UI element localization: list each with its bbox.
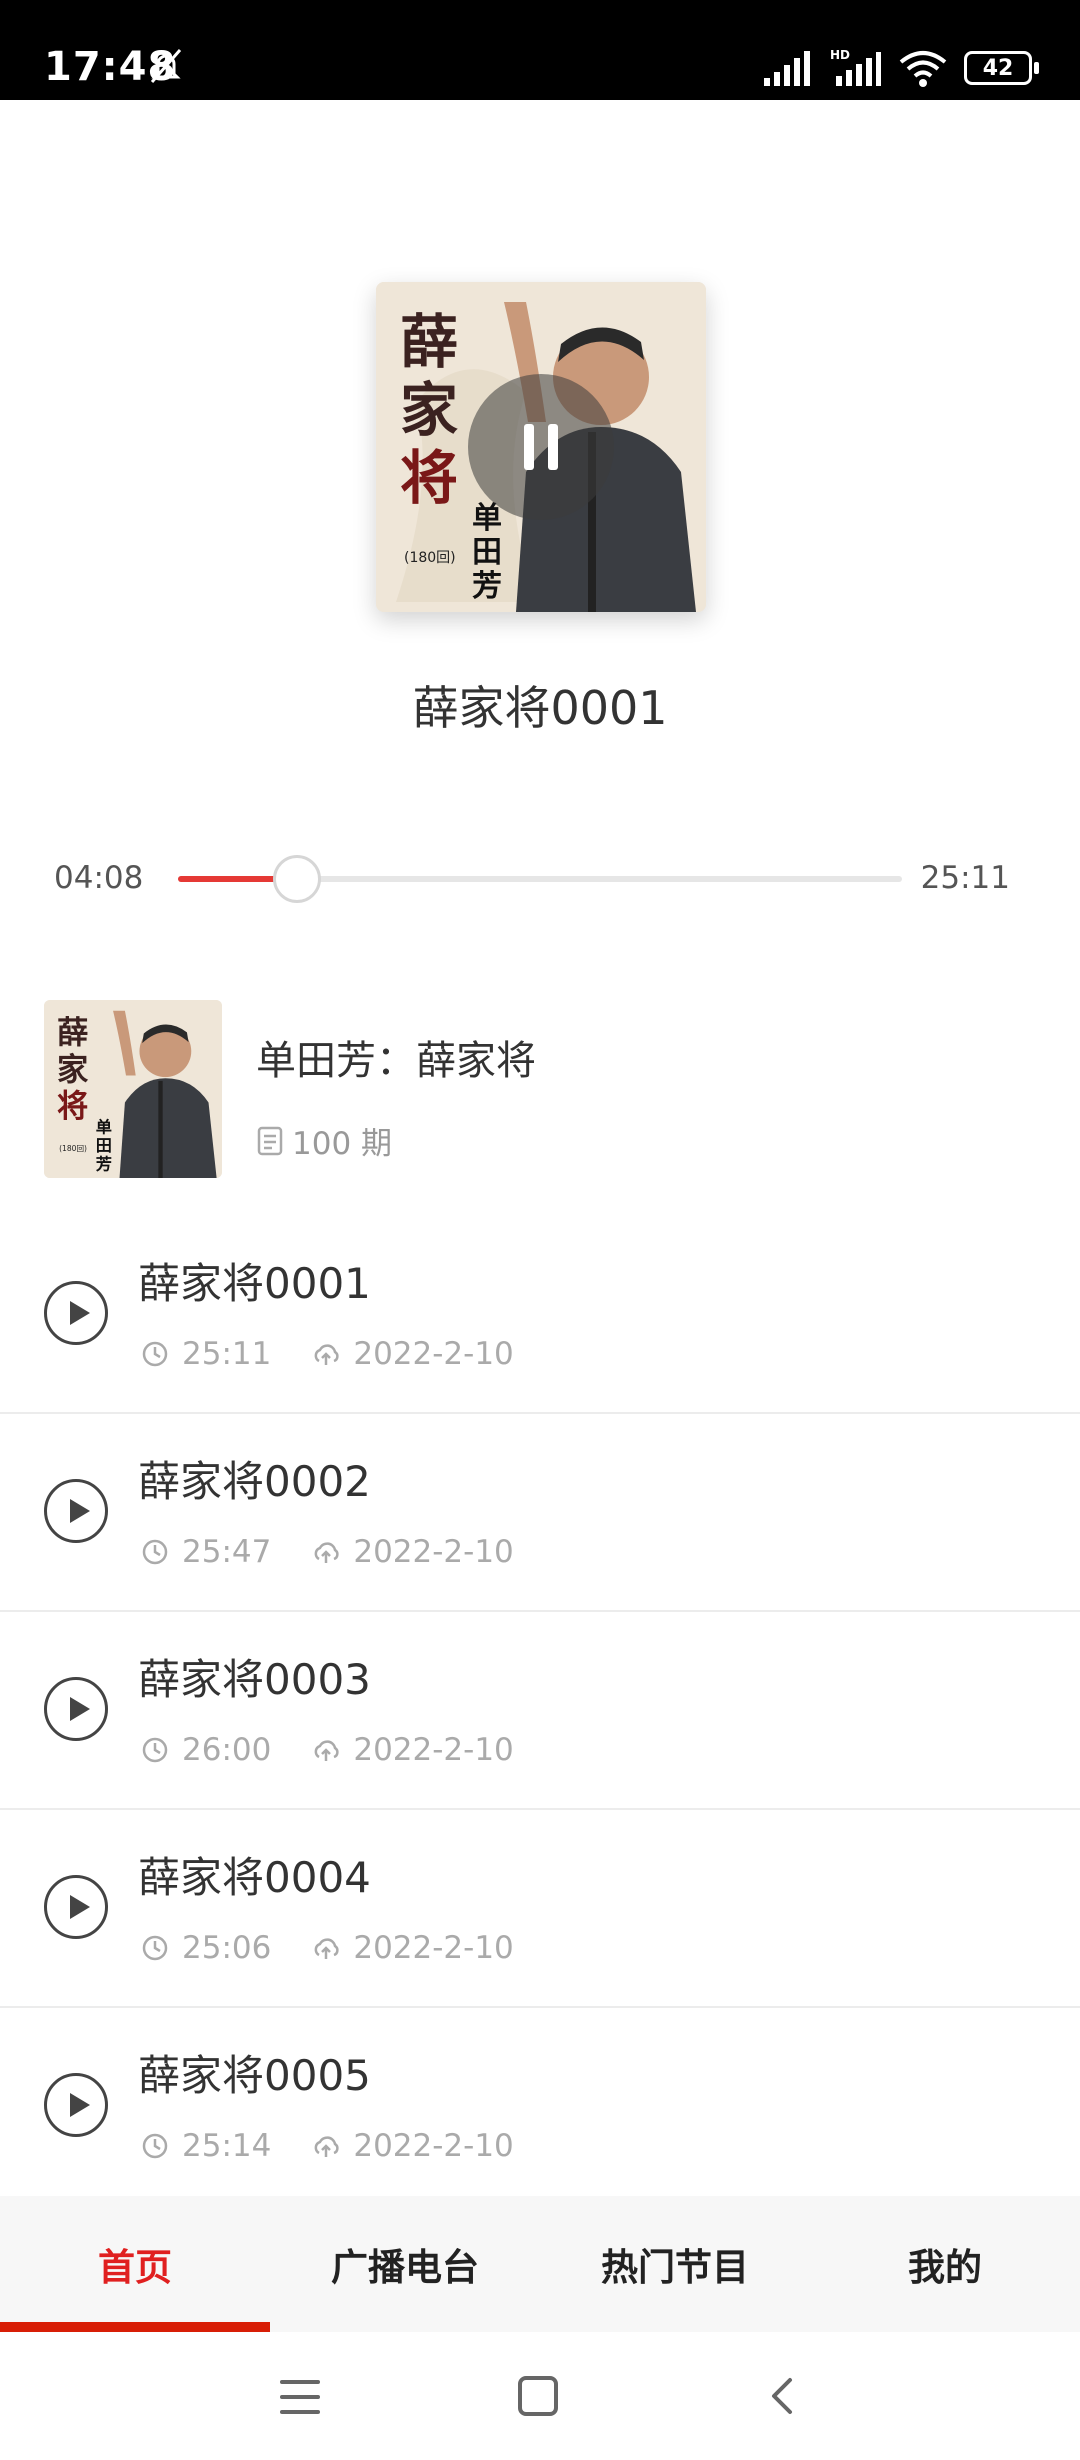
progress-slider[interactable]	[178, 855, 902, 903]
episode-title: 薛家将0004	[138, 1853, 371, 1902]
bell-off-icon	[150, 49, 182, 83]
current-time: 04:08	[54, 860, 144, 896]
album-cover-artwork: 薛 家 将 单 田 芳 (180回)	[44, 1000, 222, 1178]
album-cover[interactable]: 薛 家 将 单 田 芳 (180回)	[44, 1000, 222, 1178]
tab-hot-programs[interactable]: 热门节目	[540, 2196, 810, 2332]
svg-text:(180回): (180回)	[404, 550, 456, 566]
episode-date: 2022-2-10	[353, 1732, 514, 1768]
pause-button[interactable]	[468, 374, 614, 520]
battery-level: 42	[982, 55, 1014, 81]
clock-icon	[142, 1737, 168, 1763]
episode-duration: 25:06	[182, 1930, 272, 1966]
svg-text:田: 田	[472, 535, 502, 570]
now-playing-cover[interactable]: 薛 家 将 单 田 芳 (180回)	[376, 282, 706, 612]
episode-duration: 25:11	[182, 1336, 272, 1372]
clock-icon	[142, 1935, 168, 1961]
menu-icon[interactable]	[280, 2380, 320, 2414]
svg-text:家: 家	[400, 376, 458, 444]
now-playing-title: 薛家将0001	[412, 681, 668, 735]
episode-item[interactable]: 薛家将0004 25:06 2022-2-10	[0, 1810, 1080, 2008]
pause-icon	[524, 424, 534, 470]
upload-cloud-icon	[314, 2136, 339, 2157]
svg-text:(180回): (180回)	[59, 1144, 87, 1153]
svg-text:田: 田	[96, 1136, 112, 1155]
episode-date: 2022-2-10	[353, 1930, 514, 1966]
svg-text:芳: 芳	[472, 569, 502, 604]
episode-meta: 25:06 2022-2-10	[140, 1930, 514, 1966]
tab-radio[interactable]: 广播电台	[270, 2196, 540, 2332]
episode-item[interactable]: 薛家将0002 25:47 2022-2-10	[0, 1414, 1080, 1612]
album-info[interactable]: 薛 家 将 单 田 芳 (180回) 单田芳：薛家将 100 期	[44, 1000, 1044, 1180]
svg-text:将: 将	[57, 1089, 88, 1125]
episode-item[interactable]: 薛家将0001 25:11 2022-2-10	[0, 1216, 1080, 1414]
progress-thumb[interactable]	[273, 855, 322, 903]
episode-duration: 26:00	[182, 1732, 272, 1768]
play-icon[interactable]	[44, 2073, 108, 2137]
svg-text:薛: 薛	[400, 308, 458, 376]
upload-cloud-icon	[314, 1344, 339, 1365]
clock-icon	[142, 2133, 168, 2159]
tab-home[interactable]: 首页	[0, 2196, 270, 2332]
wifi-icon	[899, 51, 947, 87]
clock-icon	[142, 1341, 168, 1367]
bottom-tab-bar: 首页 广播电台 热门节目 我的	[0, 2196, 1080, 2332]
playback-progress: 04:08 25:11	[0, 850, 1080, 910]
episode-count-text: 100 期	[292, 1126, 393, 1162]
signal-icon	[764, 51, 810, 86]
play-icon[interactable]	[44, 1677, 108, 1741]
episode-item[interactable]: 薛家将0005 25:14 2022-2-10	[0, 2008, 1080, 2206]
episode-item[interactable]: 薛家将0003 26:00 2022-2-10	[0, 1612, 1080, 1810]
play-icon[interactable]	[44, 1281, 108, 1345]
upload-cloud-icon	[314, 1740, 339, 1761]
episode-title: 薛家将0001	[138, 1259, 371, 1308]
episode-title: 薛家将0002	[138, 1457, 371, 1506]
play-icon[interactable]	[44, 1479, 108, 1543]
back-icon[interactable]	[766, 2376, 796, 2416]
battery-icon: 42	[964, 51, 1039, 85]
episode-duration: 25:47	[182, 1534, 272, 1570]
episode-title: 薛家将0003	[138, 1655, 371, 1704]
list-icon	[257, 1126, 283, 1155]
album-title: 单田芳：薛家将	[256, 1038, 536, 1084]
episode-meta: 26:00 2022-2-10	[140, 1732, 514, 1768]
episode-date: 2022-2-10	[353, 1534, 514, 1570]
play-icon[interactable]	[44, 1875, 108, 1939]
episode-meta: 25:47 2022-2-10	[140, 1534, 514, 1570]
total-time: 25:11	[920, 860, 1010, 896]
clock-icon	[142, 1539, 168, 1565]
system-navigation-bar	[0, 2332, 1080, 2460]
svg-text:HD: HD	[830, 48, 850, 62]
episode-date: 2022-2-10	[353, 2128, 514, 2164]
episode-title: 薛家将0005	[138, 2051, 371, 2100]
album-episode-count: 100 期	[256, 1118, 392, 1163]
signal-hd-icon: HD	[830, 48, 881, 86]
episode-date: 2022-2-10	[353, 1336, 514, 1372]
svg-text:芳: 芳	[96, 1154, 112, 1173]
svg-text:薛: 薛	[57, 1015, 88, 1051]
episode-meta: 25:14 2022-2-10	[140, 2128, 514, 2164]
upload-cloud-icon	[314, 1542, 339, 1563]
svg-text:家: 家	[57, 1052, 89, 1088]
episode-meta: 25:11 2022-2-10	[140, 1336, 514, 1372]
svg-text:将: 将	[400, 444, 458, 512]
home-icon[interactable]	[518, 2376, 558, 2416]
episode-duration: 25:14	[182, 2128, 272, 2164]
status-bar: 17:48 HD 42	[0, 0, 1080, 100]
upload-cloud-icon	[314, 1938, 339, 1959]
tab-mine[interactable]: 我的	[810, 2196, 1080, 2332]
svg-text:单: 单	[96, 1118, 112, 1137]
episode-list: 薛家将0001 25:11 2022-2-10 薛家将0002 25:47 20…	[0, 1216, 1080, 2206]
